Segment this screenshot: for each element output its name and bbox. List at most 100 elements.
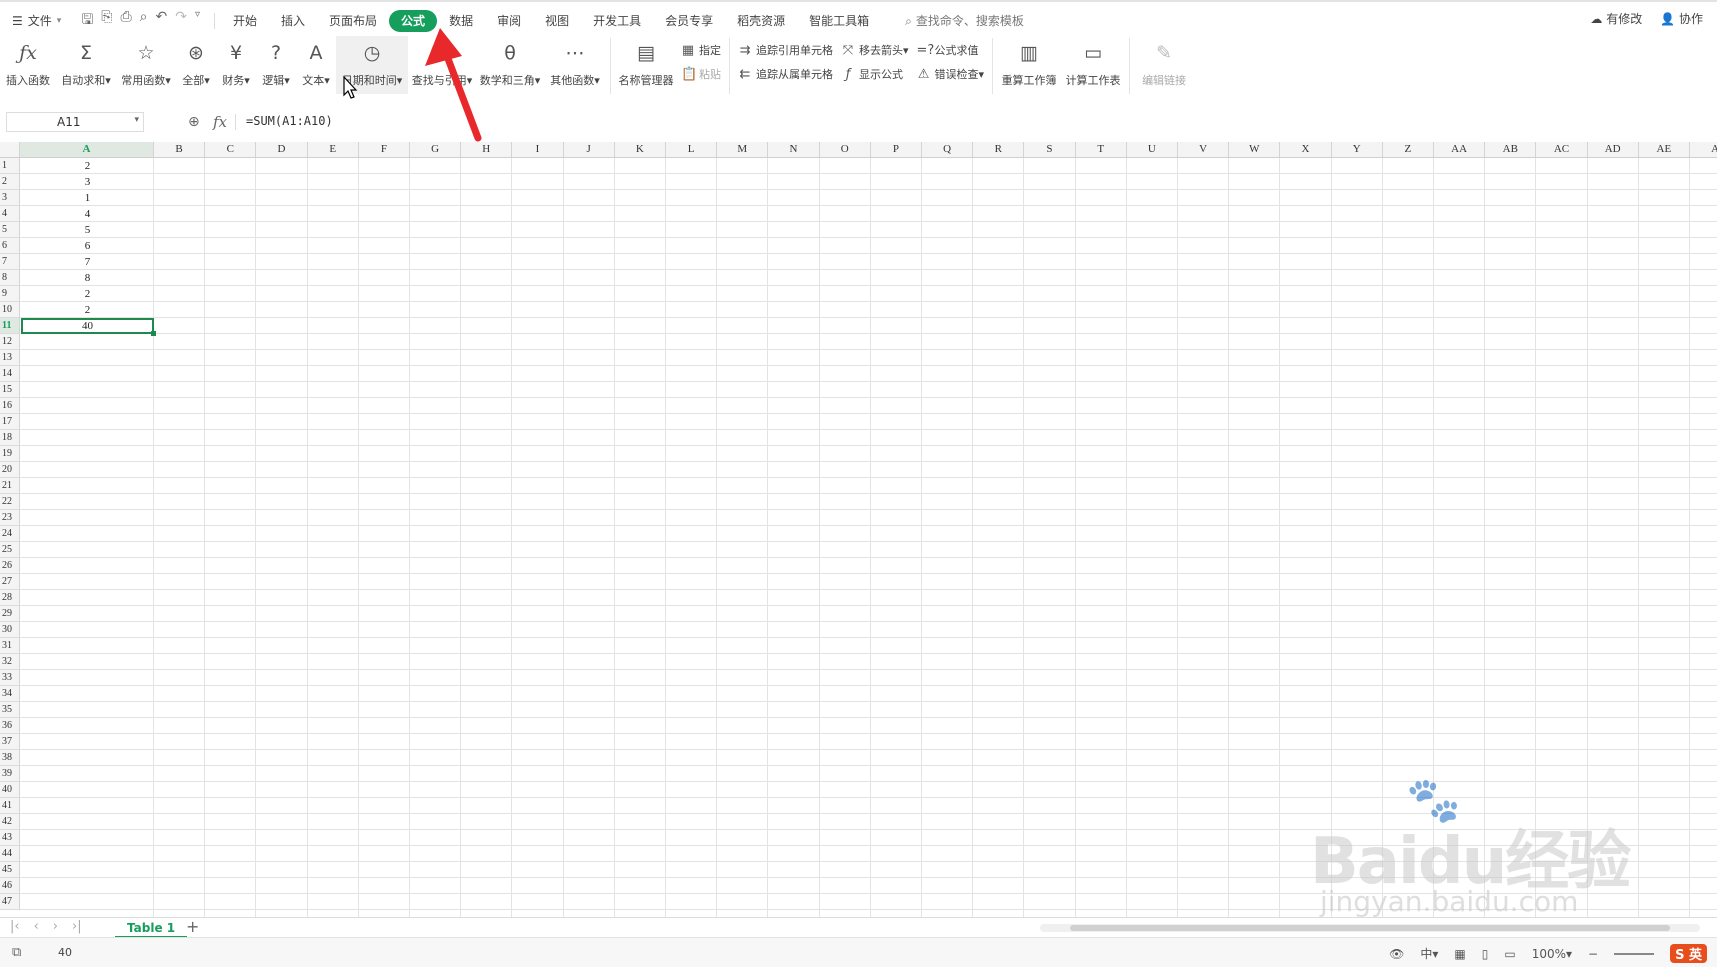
row-header-37[interactable]: 37 [0, 734, 20, 750]
tab-smart-toolbox[interactable]: 智能工具箱 [797, 10, 881, 32]
cell-a3[interactable]: 1 [21, 190, 154, 206]
row-header-36[interactable]: 36 [0, 718, 20, 734]
trace-dependents-button[interactable]: ⇇ 追踪从属单元格 [738, 66, 833, 82]
page-break-view-icon[interactable]: ▭ [1504, 947, 1515, 961]
macro-record-icon[interactable]: ⧉ [12, 945, 21, 960]
column-header-s[interactable]: S [1024, 142, 1076, 158]
horizontal-scrollbar[interactable] [1040, 924, 1700, 932]
page-layout-view-icon[interactable]: ▯ [1482, 947, 1489, 961]
row-header-5[interactable]: 5 [0, 222, 20, 238]
zoom-slider[interactable] [1614, 952, 1655, 955]
select-all-corner[interactable] [0, 142, 20, 158]
row-header-4[interactable]: 4 [0, 206, 20, 222]
column-header-f[interactable]: F [358, 142, 410, 158]
row-header-7[interactable]: 7 [0, 254, 20, 270]
row-header-38[interactable]: 38 [0, 750, 20, 766]
changes-button[interactable]: ☁ 有修改 [1590, 10, 1642, 27]
autosum-button[interactable]: Σ 自动求和▾ [56, 36, 116, 94]
show-formulas-button[interactable]: ƒ 显示公式 [841, 66, 909, 82]
remove-arrows-button[interactable]: ⤧ 移去箭头▾ [841, 42, 909, 58]
ime-indicator[interactable]: S 英 [1670, 944, 1707, 963]
column-header-x[interactable]: X [1280, 142, 1332, 158]
column-header-ae[interactable]: AE [1638, 142, 1690, 158]
column-header-a[interactable]: A [1690, 142, 1717, 158]
column-header-h[interactable]: H [461, 142, 513, 158]
row-header-46[interactable]: 46 [0, 878, 20, 894]
print-preview-icon[interactable]: ⌕ [140, 9, 148, 33]
row-header-35[interactable]: 35 [0, 702, 20, 718]
tab-developer[interactable]: 开发工具 [581, 10, 653, 32]
column-header-p[interactable]: P [870, 142, 922, 158]
row-header-41[interactable]: 41 [0, 798, 20, 814]
column-header-d[interactable]: D [256, 142, 308, 158]
row-header-9[interactable]: 9 [0, 286, 20, 302]
column-header-j[interactable]: J [563, 142, 615, 158]
zoom-out-icon[interactable]: − [1588, 947, 1598, 961]
row-header-30[interactable]: 30 [0, 622, 20, 638]
row-header-6[interactable]: 6 [0, 238, 20, 254]
scrollbar-thumb[interactable] [1070, 925, 1670, 931]
trace-precedents-button[interactable]: ⇉ 追踪引用单元格 [738, 42, 833, 58]
tab-view[interactable]: 视图 [533, 10, 581, 32]
fx-icon[interactable]: fx [213, 113, 227, 131]
column-header-t[interactable]: T [1075, 142, 1127, 158]
column-header-k[interactable]: K [614, 142, 666, 158]
error-checking-button[interactable]: ⚠ 错误检查▾ [917, 66, 984, 82]
column-header-n[interactable]: N [768, 142, 820, 158]
row-header-23[interactable]: 23 [0, 510, 20, 526]
cell-a4[interactable]: 4 [21, 206, 154, 222]
financial-button[interactable]: ¥ 财务▾ [216, 36, 256, 94]
row-header-18[interactable]: 18 [0, 430, 20, 446]
math-trig-button[interactable]: θ 数学和三角▾ [476, 36, 544, 94]
normal-view-icon[interactable]: ▦ [1454, 947, 1465, 961]
row-header-3[interactable]: 3 [0, 190, 20, 206]
add-sheet-icon[interactable]: + [186, 917, 199, 936]
column-header-m[interactable]: M [717, 142, 769, 158]
row-header-39[interactable]: 39 [0, 766, 20, 782]
name-manager-button[interactable]: ▤ 名称管理器 [615, 36, 677, 94]
row-header-17[interactable]: 17 [0, 414, 20, 430]
paste-name-button[interactable]: 📋 粘贴 [681, 66, 721, 82]
tab-review[interactable]: 审阅 [485, 10, 533, 32]
save-icon[interactable]: 🖫 [81, 9, 93, 33]
row-header-22[interactable]: 22 [0, 494, 20, 510]
name-box[interactable]: A11 ▾ [6, 112, 144, 132]
row-header-12[interactable]: 12 [0, 334, 20, 350]
column-header-l[interactable]: L [666, 142, 718, 158]
row-header-10[interactable]: 10 [0, 302, 20, 318]
define-name-button[interactable]: ▦ 指定 [681, 42, 721, 58]
next-sheet-icon[interactable]: › [53, 919, 58, 934]
tab-page-layout[interactable]: 页面布局 [317, 10, 389, 32]
column-header-u[interactable]: U [1126, 142, 1178, 158]
row-header-45[interactable]: 45 [0, 862, 20, 878]
row-header-24[interactable]: 24 [0, 526, 20, 542]
customize-toolbar-icon[interactable]: ▿ [195, 9, 200, 33]
all-functions-button[interactable]: ⊛ 全部▾ [176, 36, 216, 94]
row-header-26[interactable]: 26 [0, 558, 20, 574]
prev-sheet-icon[interactable]: ‹ [34, 919, 39, 934]
row-header-20[interactable]: 20 [0, 462, 20, 478]
last-sheet-icon[interactable]: ›| [72, 919, 82, 934]
cell-a7[interactable]: 7 [21, 254, 154, 270]
row-header-31[interactable]: 31 [0, 638, 20, 654]
redo-icon[interactable]: ↷ [175, 9, 187, 33]
column-header-o[interactable]: O [819, 142, 871, 158]
column-header-ac[interactable]: AC [1536, 142, 1588, 158]
tab-member[interactable]: 会员专享 [653, 10, 725, 32]
column-header-e[interactable]: E [307, 142, 359, 158]
row-header-32[interactable]: 32 [0, 654, 20, 670]
column-header-ad[interactable]: AD [1587, 142, 1639, 158]
row-header-34[interactable]: 34 [0, 686, 20, 702]
column-header-y[interactable]: Y [1331, 142, 1383, 158]
recalc-workbook-button[interactable]: ▥ 重算工作簿 [997, 36, 1061, 94]
column-header-q[interactable]: Q [922, 142, 974, 158]
eye-protection-icon[interactable]: 👁 [1389, 947, 1404, 961]
cell-a2[interactable]: 3 [21, 174, 154, 190]
cell-a6[interactable]: 6 [21, 238, 154, 254]
column-header-aa[interactable]: AA [1434, 142, 1486, 158]
cell-a10[interactable]: 2 [21, 302, 154, 318]
column-header-z[interactable]: Z [1382, 142, 1434, 158]
command-search[interactable]: ⌕ 查找命令、搜索模板 [893, 10, 1036, 32]
undo-icon[interactable]: ↶ [156, 9, 168, 33]
other-functions-button[interactable]: ⋯ 其他函数▾ [544, 36, 606, 94]
